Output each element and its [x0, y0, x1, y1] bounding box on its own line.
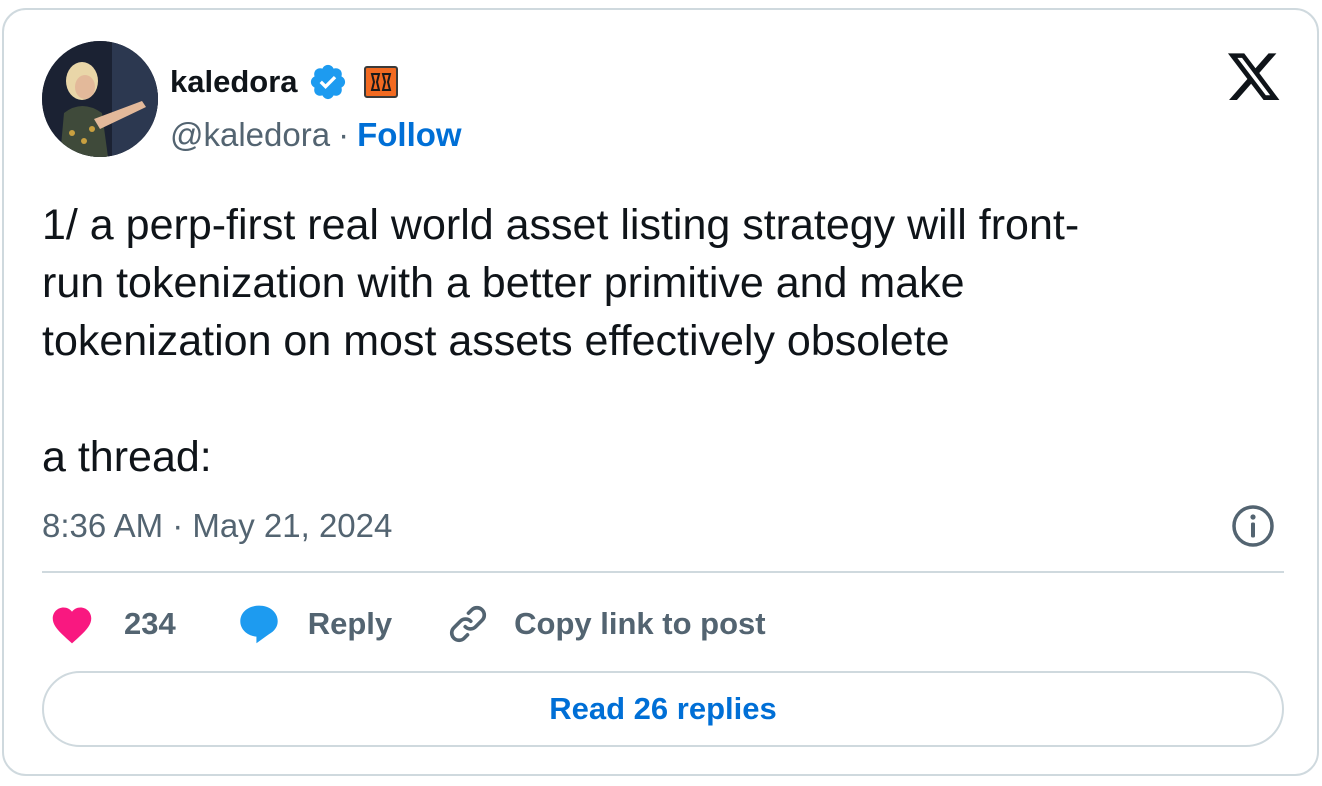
author-handle[interactable]: @kaledora — [170, 113, 330, 157]
read-replies-button[interactable]: Read 26 replies — [42, 671, 1284, 747]
divider — [42, 571, 1284, 573]
author-handle-row: @kaledora · Follow — [170, 113, 462, 157]
action-bar: 234 Reply Copy link to post — [50, 600, 766, 648]
tweet-embed-card: kaledora @kaledora · Follow 1/ a perp-fi… — [2, 8, 1319, 776]
handle-separator: · — [338, 116, 350, 153]
reply-label: Reply — [307, 606, 393, 641]
tweet-timestamp[interactable]: 8:36 AM · May 21, 2024 — [42, 504, 392, 548]
follow-button[interactable]: Follow — [357, 113, 461, 157]
info-icon[interactable] — [1230, 503, 1276, 549]
read-replies-label: Read 26 replies — [549, 691, 777, 726]
link-icon — [450, 605, 487, 643]
author-name-row: kaledora — [170, 60, 398, 104]
x-logo-icon[interactable] — [1226, 53, 1282, 105]
verified-badge-icon — [308, 62, 348, 102]
copy-link-button[interactable]: Copy link to post — [446, 600, 766, 648]
like-count: 234 — [124, 606, 176, 641]
heart-icon — [52, 607, 92, 644]
avatar-image — [42, 41, 158, 157]
tweet-text: 1/ a perp-first real world asset listing… — [42, 201, 1080, 481]
copy-link-label: Copy link to post — [514, 606, 766, 641]
affiliate-badge-icon[interactable] — [363, 66, 398, 98]
reply-bubble-icon — [240, 605, 278, 644]
like-button[interactable]: 234 — [50, 600, 176, 648]
reply-button[interactable]: Reply — [236, 600, 392, 648]
author-display-name[interactable]: kaledora — [170, 60, 298, 104]
avatar[interactable] — [42, 41, 158, 157]
